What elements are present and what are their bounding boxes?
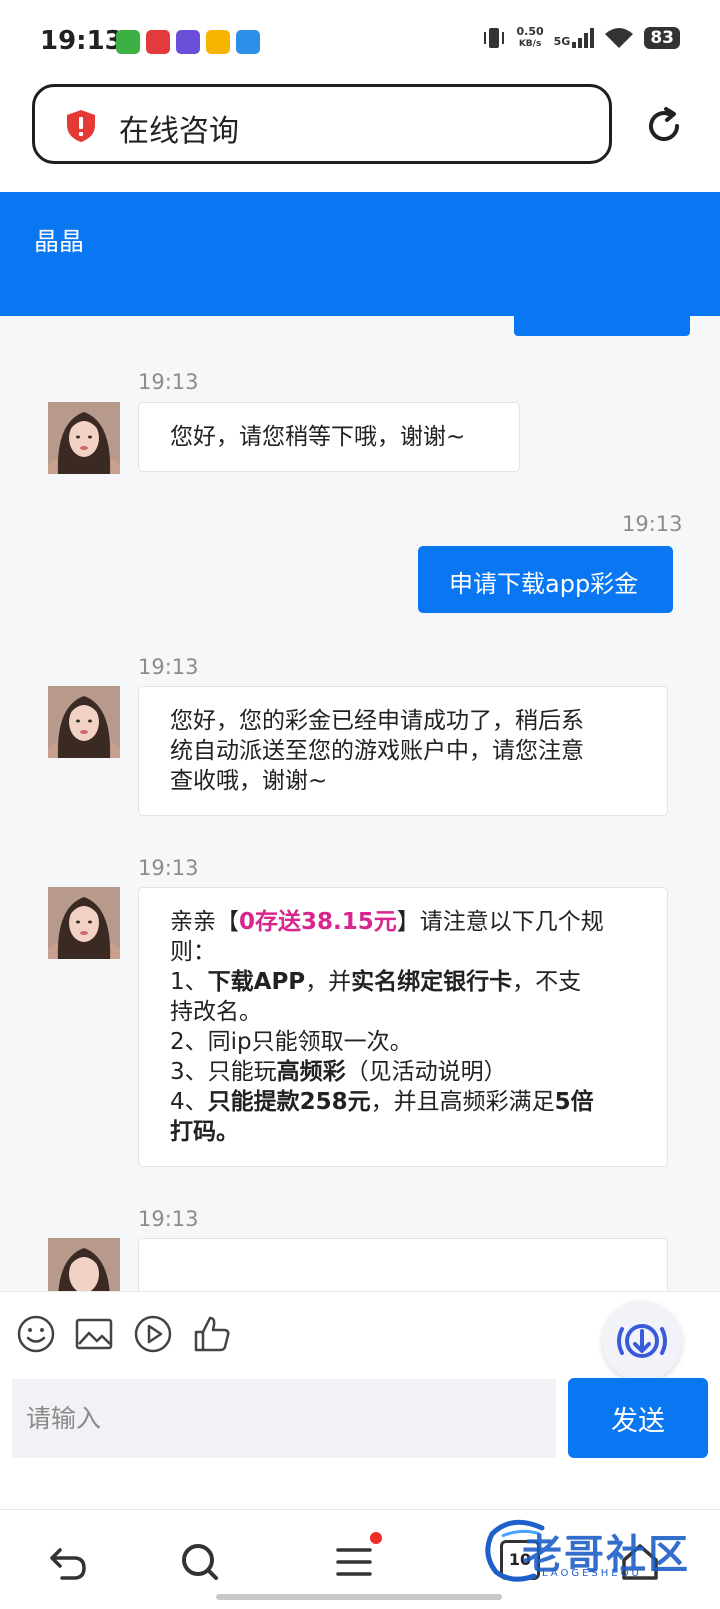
network-speed: 0.50 KB/s [517,26,544,50]
app-check-icon [116,30,140,54]
message-line: 查收哦，谢谢~ [170,768,328,794]
text: （见活动说明） [345,1059,507,1085]
download-wave-icon [617,1324,667,1358]
text: ，并 [305,969,352,995]
bold-text: 高频彩 [276,1059,346,1085]
status-indicators: 0.50 KB/s 5G 83 [481,26,680,50]
agent-message-bubble: 您好，请您稍等下哦，谢谢~ [138,402,520,472]
bold-text: 下载APP [207,969,306,995]
agent-rules-message: 亲亲【0存送38.15元】请注意以下几个规 则： 1、下载APP，并实名绑定银行… [138,887,668,1167]
agent-avatar [48,686,120,758]
security-warning-icon [67,110,95,142]
text: 4、 [170,1089,208,1115]
rule-line: 2、同ip只能领取一次。 [170,1029,413,1055]
agent-name: 晶晶 [34,227,85,256]
text: 1、 [170,969,208,995]
message-text: 申请下载app彩金 [449,570,639,598]
page-title: 在线咨询 [119,114,239,149]
agent-avatar [48,402,120,474]
app-files-icon [206,30,230,54]
bonus-highlight: 0存送38.15元 [239,909,397,935]
message-timestamp: 19:13 [622,512,683,536]
text: 亲亲【 [170,909,239,935]
thumbs-up-icon[interactable] [192,1314,232,1354]
rule-line: 亲亲【0存送38.15元】请注意以下几个规 [170,907,667,937]
rule-line: 3、只能玩高频彩（见活动说明） [170,1057,667,1087]
wifi-icon [605,28,634,48]
rule-line: 打码。 [170,1119,239,1145]
signal-bars-icon [572,28,595,48]
battery-indicator: 83 [644,27,680,49]
menu-icon[interactable] [332,1540,376,1584]
watermark-logo: 老哥社区 LAOGESHEQU [482,1512,712,1584]
message-input[interactable] [12,1379,556,1458]
home-indicator[interactable] [216,1594,502,1600]
rule-line: 1、下载APP，并实名绑定银行卡，不支 [170,967,667,997]
reload-icon[interactable] [644,106,684,146]
agent-avatar [48,1238,120,1291]
vibrate-icon [483,28,504,48]
network-speed-value: 0.50 [516,25,544,38]
text: ，不支 [512,969,582,995]
agent-avatar [48,887,120,959]
address-bar[interactable]: 在线咨询 [32,84,612,164]
agent-message-bubble: 您好，您的彩金已经申请成功了，稍后系 统自动派送至您的游戏账户中，请您注意 查收… [138,686,668,816]
signal-icon: 5G [554,28,595,48]
search-icon[interactable] [178,1540,222,1584]
message-list[interactable]: 19:13 您好，请您稍等下哦，谢谢~ 19:13 申请下载app彩金 19:1… [0,316,720,1291]
message-timestamp: 19:13 [138,370,199,394]
bold-text: 5倍 [554,1089,594,1115]
message-timestamp: 19:13 [138,1207,199,1231]
text: 3、只能玩 [170,1059,277,1085]
app-lock-icon [236,30,260,54]
message-timestamp: 19:13 [138,655,199,679]
back-icon[interactable] [46,1540,90,1584]
message-line: 您好，您的彩金已经申请成功了，稍后系 [170,708,584,734]
agent-message-bubble [138,1238,668,1291]
video-icon[interactable] [133,1314,173,1354]
app-shield-icon [176,30,200,54]
status-bar: 19:13 0.50 KB/s 5G 83 [0,0,720,82]
text: ，并且高频彩满足 [370,1089,555,1115]
voice-download-button[interactable] [602,1301,682,1381]
message-timestamp: 19:13 [138,856,199,880]
send-button[interactable]: 发送 [568,1378,708,1458]
bold-text: 只能提款258元 [207,1089,371,1115]
rule-line: 持改名。 [170,999,262,1025]
notification-icons [116,30,260,54]
chat-header: 晶晶 [0,192,720,316]
rule-line: 4、只能提款258元，并且高频彩满足5倍 [170,1087,667,1117]
status-time: 19:13 [40,26,123,56]
previous-message-bubble [514,316,690,336]
menu-notification-dot [370,1532,382,1544]
watermark-subtext: LAOGESHEQU [542,1568,642,1579]
network-speed-unit: KB/s [518,39,542,49]
text: 】请注意以下几个规 [396,909,604,935]
message-text: 您好，请您稍等下哦，谢谢~ [170,424,466,450]
composer: 发送 [0,1378,720,1509]
image-icon[interactable] [74,1314,114,1354]
network-type: 5G [553,35,571,48]
rule-line: 则： [170,939,216,965]
message-line: 统自动派送至您的游戏账户中，请您注意 [170,738,584,764]
bold-text: 实名绑定银行卡 [351,969,513,995]
app-video-icon [146,30,170,54]
emoji-icon[interactable] [16,1314,56,1354]
user-message-bubble: 申请下载app彩金 [418,546,673,613]
